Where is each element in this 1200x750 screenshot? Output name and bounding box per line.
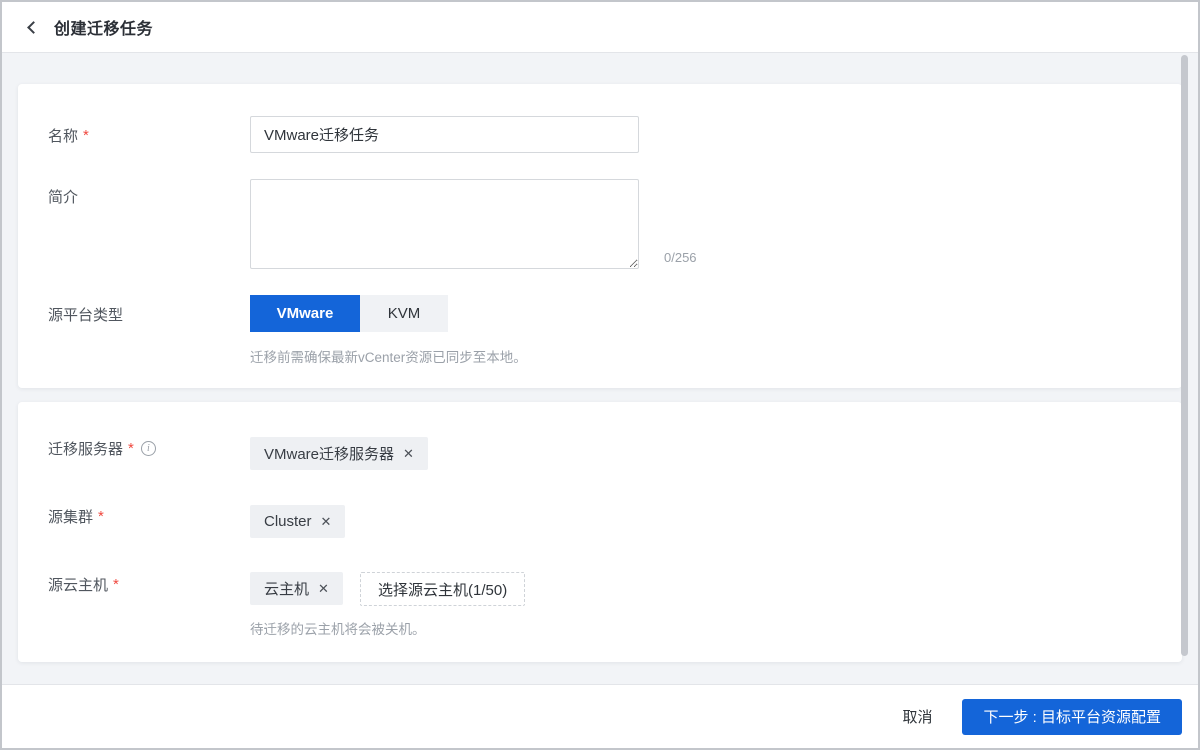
platform-type-label: 源平台类型 xyxy=(48,304,123,325)
required-asterisk: * xyxy=(128,440,134,457)
migration-server-label: 迁移服务器 * i xyxy=(48,438,156,459)
basic-info-panel: 名称 * 简介 0/256 源平台类型 VMware KVM 迁移前需确保最新v… xyxy=(18,84,1182,388)
source-host-label-text: 源云主机 xyxy=(48,574,108,595)
close-icon[interactable]: ✕ xyxy=(403,447,414,460)
page-title: 创建迁移任务 xyxy=(54,15,153,39)
vertical-scrollbar[interactable] xyxy=(1181,55,1188,656)
name-label: 名称 * xyxy=(48,125,89,146)
close-icon[interactable]: ✕ xyxy=(321,515,332,528)
platform-type-segmented-control: VMware KVM xyxy=(250,295,448,332)
platform-option-vmware[interactable]: VMware xyxy=(250,295,360,332)
source-host-tag-text: 云主机 xyxy=(264,578,309,599)
platform-hint: 迁移前需确保最新vCenter资源已同步至本地。 xyxy=(250,346,527,366)
platform-type-label-text: 源平台类型 xyxy=(48,304,123,325)
source-selection-panel: 迁移服务器 * i VMware迁移服务器 ✕ 源集群 * Cluster ✕ … xyxy=(18,402,1182,662)
intro-label: 简介 xyxy=(48,186,78,207)
select-source-host-button[interactable]: 选择源云主机(1/50) xyxy=(360,572,525,606)
required-asterisk: * xyxy=(113,576,119,593)
required-asterisk: * xyxy=(98,508,104,525)
info-icon[interactable]: i xyxy=(141,441,156,456)
next-step-button[interactable]: 下一步 : 目标平台资源配置 xyxy=(962,699,1182,735)
name-label-text: 名称 xyxy=(48,125,78,146)
name-input[interactable] xyxy=(250,116,639,153)
migration-server-label-text: 迁移服务器 xyxy=(48,438,123,459)
migration-server-tag: VMware迁移服务器 ✕ xyxy=(250,437,428,470)
char-counter: 0/256 xyxy=(664,250,697,265)
page-footer: 取消 下一步 : 目标平台资源配置 xyxy=(2,684,1198,748)
chevron-left-icon xyxy=(27,21,40,34)
source-cluster-label-text: 源集群 xyxy=(48,506,93,527)
close-icon[interactable]: ✕ xyxy=(318,582,329,595)
source-cluster-tag: Cluster ✕ xyxy=(250,505,345,538)
source-host-tag: 云主机 ✕ xyxy=(250,572,343,605)
back-button[interactable] xyxy=(22,16,44,38)
cancel-button[interactable]: 取消 xyxy=(896,698,938,735)
migration-server-tag-text: VMware迁移服务器 xyxy=(264,443,394,464)
intro-textarea[interactable] xyxy=(250,179,639,269)
create-migration-task-page: 创建迁移任务 名称 * 简介 0/256 源平台类型 VMware KVM 迁移… xyxy=(0,0,1200,750)
source-cluster-tag-text: Cluster xyxy=(264,513,312,530)
required-asterisk: * xyxy=(83,127,89,144)
source-cluster-label: 源集群 * xyxy=(48,506,104,527)
page-header: 创建迁移任务 xyxy=(2,2,1198,53)
platform-option-kvm[interactable]: KVM xyxy=(360,295,448,332)
source-host-label: 源云主机 * xyxy=(48,574,119,595)
intro-label-text: 简介 xyxy=(48,186,78,207)
source-host-hint: 待迁移的云主机将会被关机。 xyxy=(250,618,426,638)
